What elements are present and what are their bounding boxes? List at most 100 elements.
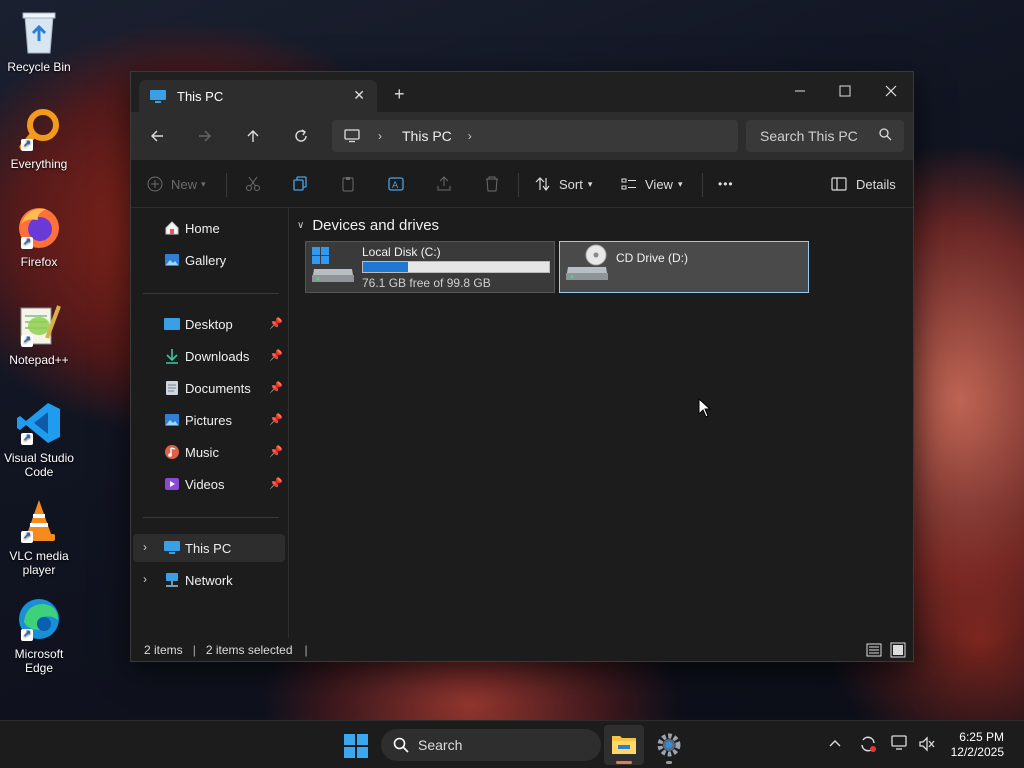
view-icon xyxy=(621,178,636,190)
search-input[interactable]: Search This PC xyxy=(746,120,904,152)
copy-button[interactable] xyxy=(292,173,308,195)
back-button[interactable] xyxy=(145,124,169,148)
details-pane-button[interactable]: Details xyxy=(831,173,896,195)
pin-icon[interactable]: 📌 xyxy=(269,413,283,426)
sidebar-item-music[interactable]: Music 📌 xyxy=(133,438,285,466)
search-icon xyxy=(393,737,409,753)
pin-icon[interactable]: 📌 xyxy=(269,317,283,330)
new-tab-button[interactable]: + xyxy=(394,84,405,105)
sort-button[interactable]: Sort ▾ xyxy=(535,173,592,195)
close-window-button[interactable] xyxy=(876,78,906,104)
tray-volume-icon[interactable] xyxy=(918,736,936,757)
sidebar-item-pictures[interactable]: Pictures 📌 xyxy=(133,406,285,434)
chevron-right-icon[interactable]: › xyxy=(143,572,147,586)
chevron-right-icon[interactable]: › xyxy=(468,129,472,143)
details-view-button[interactable] xyxy=(866,643,882,660)
clock-time: 6:25 PM xyxy=(959,730,1004,744)
sidebar-item-network[interactable]: › Network xyxy=(133,566,285,594)
large-icons-view-button[interactable] xyxy=(890,642,906,661)
group-header-devices[interactable]: ∨ Devices and drives xyxy=(297,217,439,234)
sidebar-item-home[interactable]: Home xyxy=(133,214,285,242)
share-button[interactable] xyxy=(436,173,452,195)
monitor-icon xyxy=(344,129,362,143)
new-button[interactable]: New ▾ xyxy=(147,173,206,195)
minimize-button[interactable] xyxy=(785,78,815,104)
trash-icon xyxy=(486,176,498,192)
start-button[interactable] xyxy=(343,733,369,759)
desktop-icon-vlc[interactable]: ↗ VLC media player xyxy=(3,497,75,577)
sidebar-item-videos[interactable]: Videos 📌 xyxy=(133,470,285,498)
taskbar-settings[interactable] xyxy=(652,725,686,765)
taskbar-search[interactable]: Search xyxy=(381,729,601,761)
vscode-icon: ↗ xyxy=(15,399,63,447)
desktop-icon-edge[interactable]: ↗ Microsoft Edge xyxy=(3,595,75,675)
breadcrumb-this-pc[interactable]: This PC xyxy=(402,128,452,144)
address-bar[interactable]: › This PC › xyxy=(332,120,738,152)
everything-icon: ↗ xyxy=(15,105,63,153)
sidebar-item-gallery[interactable]: Gallery xyxy=(133,246,285,274)
chevron-down-icon: ∨ xyxy=(297,220,305,231)
paste-button[interactable] xyxy=(340,173,356,195)
view-button[interactable]: View ▾ xyxy=(621,173,682,195)
sidebar-item-label: Gallery xyxy=(185,253,227,268)
desktop-icon-label: Firefox xyxy=(20,255,58,269)
show-hidden-icons-button[interactable] xyxy=(828,737,842,751)
download-arrow-icon xyxy=(163,348,181,364)
settings-gear-icon xyxy=(657,733,681,757)
scissors-icon xyxy=(246,176,260,191)
sidebar-item-desktop[interactable]: Desktop 📌 xyxy=(133,310,285,338)
tray-update-icon[interactable] xyxy=(859,735,877,758)
refresh-button[interactable] xyxy=(289,124,313,148)
sidebar-item-downloads[interactable]: Downloads 📌 xyxy=(133,342,285,370)
desktop-icon-vscode[interactable]: ↗ Visual Studio Code xyxy=(3,399,75,479)
desktop-icon-everything[interactable]: ↗ Everything xyxy=(3,105,75,171)
pin-icon[interactable]: 📌 xyxy=(269,381,283,394)
chevron-down-icon: ▾ xyxy=(677,178,683,189)
forward-button[interactable] xyxy=(193,124,217,148)
maximize-button[interactable] xyxy=(830,78,860,104)
network-icon xyxy=(163,572,181,588)
drive-free-space: 76.1 GB free of 99.8 GB xyxy=(362,276,491,290)
tray-network-icon[interactable] xyxy=(891,735,909,756)
sidebar-divider xyxy=(143,293,279,294)
sort-icon xyxy=(535,177,550,191)
taskbar-file-explorer[interactable] xyxy=(604,725,644,765)
sidebar-item-label: Home xyxy=(185,221,220,236)
search-icon xyxy=(879,128,892,144)
drive-tile-d[interactable]: CD Drive (D:) xyxy=(559,241,809,293)
new-label: New xyxy=(171,176,198,192)
drive-tile-c[interactable]: Local Disk (C:) 76.1 GB free of 99.8 GB xyxy=(305,241,555,293)
delete-button[interactable] xyxy=(484,173,500,195)
music-icon xyxy=(163,444,181,460)
pin-icon[interactable]: 📌 xyxy=(269,445,283,458)
sidebar-item-label: Network xyxy=(185,573,233,588)
chevron-right-icon[interactable]: › xyxy=(378,129,382,143)
desktop-icon-label: Microsoft Edge xyxy=(14,647,64,675)
desktop-icon-label: Visual Studio Code xyxy=(4,451,74,479)
pin-icon[interactable]: 📌 xyxy=(269,349,283,362)
cut-button[interactable] xyxy=(245,173,261,195)
tab-this-pc[interactable]: This PC ✕ xyxy=(139,80,377,112)
taskbar-clock[interactable]: 6:25 PM 12/2/2025 xyxy=(951,730,1004,760)
copy-icon xyxy=(293,176,307,191)
chevron-right-icon[interactable]: › xyxy=(143,540,147,554)
share-icon xyxy=(437,176,451,191)
sidebar-item-label: Pictures xyxy=(185,413,232,428)
tiles-view-icon xyxy=(890,642,906,658)
file-list-area[interactable]: ∨ Devices and drives Local Disk (C:) 76.… xyxy=(291,208,913,638)
sidebar-item-documents[interactable]: Documents 📌 xyxy=(133,374,285,402)
taskbar: Search 6:25 PM 12/2/2025 xyxy=(0,720,1024,768)
navigation-pane: Home Gallery Desktop 📌 Downloads 📌 Docum… xyxy=(131,208,289,638)
desktop-icon-firefox[interactable]: ↗ Firefox xyxy=(3,203,75,269)
up-button[interactable] xyxy=(241,124,265,148)
pin-icon[interactable]: 📌 xyxy=(269,477,283,490)
desktop-icon-recycle-bin[interactable]: Recycle Bin xyxy=(3,8,75,74)
drive-usage-fill xyxy=(363,262,408,272)
close-tab-icon[interactable]: ✕ xyxy=(353,87,365,104)
svg-text:A: A xyxy=(392,181,399,191)
desktop-icon-notepad-plus-plus[interactable]: ↗ Notepad++ xyxy=(3,301,75,367)
sidebar-item-this-pc[interactable]: › This PC xyxy=(133,534,285,562)
cd-drive-icon xyxy=(564,243,610,290)
more-options-button[interactable]: ••• xyxy=(718,173,734,195)
rename-button[interactable]: A xyxy=(388,173,404,195)
